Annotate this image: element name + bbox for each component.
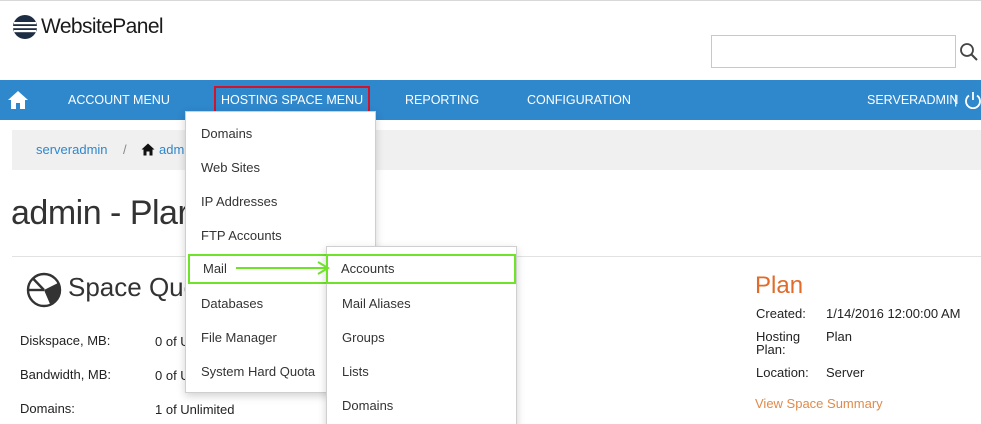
plan-hosting-value: Plan <box>826 329 853 344</box>
nav-account-menu[interactable]: ACCOUNT MENU <box>68 80 170 120</box>
breadcrumb-item-admin[interactable]: adm <box>159 142 184 157</box>
logo[interactable]: WebsitePanel <box>12 14 164 40</box>
breadcrumb-item-serveradmin[interactable]: serveradmin <box>36 142 108 157</box>
submenu-item-mail-aliases[interactable]: Mail Aliases <box>327 289 516 319</box>
pie-chart-icon <box>26 272 62 308</box>
nav-reporting[interactable]: REPORTING <box>405 80 479 120</box>
logo-text: WebsitePanel <box>41 15 164 38</box>
quota-label-diskspace: Diskspace, MB: <box>20 333 111 348</box>
page-title: admin - Plar <box>11 194 189 232</box>
submenu-item-accounts[interactable]: Accounts <box>326 254 516 284</box>
menu-item-mail[interactable]: Mail <box>188 254 333 284</box>
plan-location-value: Server <box>826 365 865 380</box>
plan-created-label: Created: <box>756 306 806 321</box>
home-icon[interactable] <box>7 90 29 110</box>
submenu-item-domains[interactable]: Domains <box>327 391 516 421</box>
menu-item-ip-addresses[interactable]: IP Addresses <box>186 187 375 217</box>
space-quotas-title: Space Quo <box>68 272 199 302</box>
quota-label-bandwidth: Bandwidth, MB: <box>20 367 112 382</box>
nav-hosting-space-menu[interactable]: HOSTING SPACE MENU <box>214 86 371 113</box>
nav-username[interactable]: SERVERADMIN <box>867 80 958 120</box>
view-space-summary-link[interactable]: View Space Summary <box>755 396 883 411</box>
menu-item-domains[interactable]: Domains <box>186 119 375 149</box>
globe-logo-icon <box>13 15 37 39</box>
submenu-item-groups[interactable]: Groups <box>327 323 516 353</box>
top-border <box>0 0 981 1</box>
breadcrumb-separator: / <box>123 142 127 157</box>
breadcrumb: serveradmin / adm <box>12 130 981 170</box>
quota-label-domains: Domains: <box>20 401 75 416</box>
search-icon[interactable] <box>959 42 979 62</box>
plan-location-label: Location: <box>756 365 809 380</box>
power-icon[interactable] <box>964 91 981 109</box>
plan-hosting-label-line2: Plan: <box>756 342 786 357</box>
search-input[interactable] <box>711 35 956 68</box>
plan-title: Plan <box>755 272 804 299</box>
submenu-item-lists[interactable]: Lists <box>327 357 516 387</box>
nav-separator: | <box>954 92 958 107</box>
plan-created-value: 1/14/2016 12:00:00 AM <box>826 306 961 321</box>
quota-value-domains: 1 of Unlimited <box>155 402 235 417</box>
main-navbar: ACCOUNT MENU HOSTING SPACE MENU REPORTIN… <box>0 80 981 120</box>
menu-item-web-sites[interactable]: Web Sites <box>186 153 375 183</box>
home-icon <box>141 143 155 156</box>
mail-submenu: Accounts Mail Aliases Groups Lists Domai… <box>326 246 517 424</box>
nav-configuration[interactable]: CONFIGURATION <box>527 80 631 120</box>
